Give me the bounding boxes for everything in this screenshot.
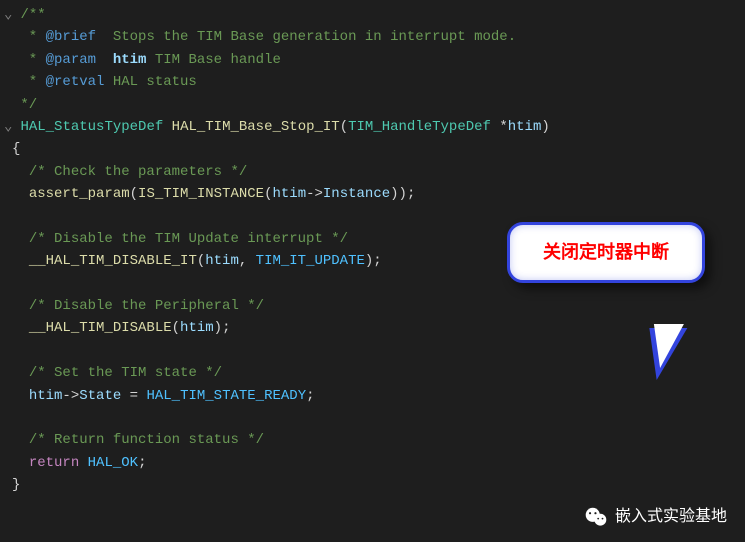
blank-line (12, 340, 745, 362)
doc-open-line: ⌄/** (12, 4, 745, 26)
brace-open: { (12, 138, 745, 160)
brace-close: } (12, 474, 745, 496)
comment-return: /* Return function status */ (12, 429, 745, 451)
blank-line (12, 407, 745, 429)
set-state-line: htim->State = HAL_TIM_STATE_READY; (12, 385, 745, 407)
return-line: return HAL_OK; (12, 452, 745, 474)
fold-caret-icon[interactable]: ⌄ (4, 7, 12, 23)
doc-param-line: * @param htim TIM Base handle (12, 49, 745, 71)
annotation-callout: 关闭定时器中断 (507, 222, 705, 283)
callout-text: 关闭定时器中断 (520, 239, 692, 266)
watermark-text: 嵌入式实验基地 (615, 504, 727, 530)
fold-caret-icon[interactable]: ⌄ (4, 119, 12, 135)
function-signature: ⌄HAL_StatusTypeDef HAL_TIM_Base_Stop_IT(… (12, 116, 745, 138)
disable-call: __HAL_TIM_DISABLE(htim); (12, 317, 745, 339)
comment-disable-peripheral: /* Disable the Peripheral */ (12, 295, 745, 317)
comment-check-params: /* Check the parameters */ (12, 161, 745, 183)
watermark: 嵌入式实验基地 (583, 504, 727, 530)
wechat-icon (583, 504, 609, 530)
assert-param-call: assert_param(IS_TIM_INSTANCE(htim->Insta… (12, 183, 745, 205)
doc-retval-line: * @retval HAL status (12, 71, 745, 93)
doc-brief-line: * @brief Stops the TIM Base generation i… (12, 26, 745, 48)
comment-set-state: /* Set the TIM state */ (12, 362, 745, 384)
doc-close-line: */ (12, 94, 745, 116)
